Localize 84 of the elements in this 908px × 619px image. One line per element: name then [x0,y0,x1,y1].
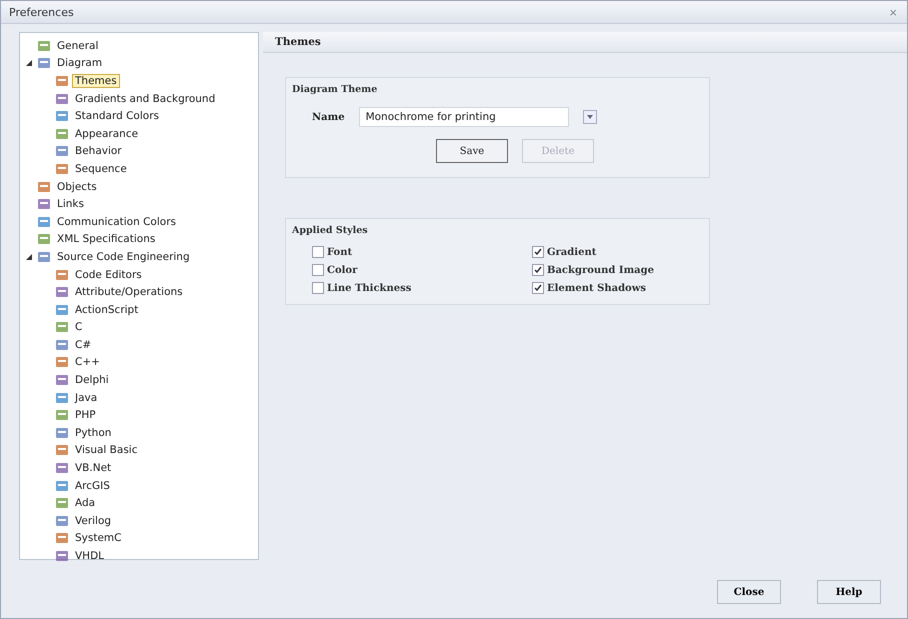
tree-item[interactable]: General [54,38,102,53]
node-icon [37,250,51,264]
node-icon [55,302,69,317]
tree-item[interactable]: ArcGIS [72,478,113,493]
node-icon [37,197,51,212]
tree-item[interactable]: Ada [72,496,98,510]
tree-item[interactable]: Java [72,390,100,405]
tree-item[interactable]: C++ [72,355,103,370]
checkbox[interactable] [532,264,544,276]
node-icon [55,408,69,422]
node-icon [55,74,69,88]
tree-item[interactable]: Delphi [72,373,112,388]
checkbox[interactable] [312,264,324,276]
tree-item[interactable]: C# [72,338,94,352]
node-icon [55,443,69,458]
tree-item[interactable]: XML Specifications [54,232,158,246]
node-icon [37,38,51,53]
tree-item[interactable]: Communication Colors [54,214,179,229]
node-icon [55,373,69,388]
checkbox-label: Element Shadows [547,282,646,294]
tree-item[interactable]: VHDL [72,549,108,564]
tree-item[interactable]: Objects [54,180,100,194]
tree-item[interactable]: ActionScript [72,302,142,317]
tree-item[interactable]: Diagram [54,56,106,70]
node-icon [55,126,69,141]
node-icon [55,426,69,440]
checkbox-label: Color [327,264,358,276]
tree-item[interactable]: VB.Net [72,461,114,476]
theme-combo-field[interactable]: Monochrome for printing [358,107,569,127]
node-icon [55,531,69,546]
node-icon [55,478,69,493]
checkbox[interactable] [532,246,544,258]
checkbox[interactable] [532,282,544,294]
tree-item[interactable]: Visual Basic [72,443,140,458]
node-icon [55,92,69,106]
group-title: Applied Styles [292,225,368,236]
node-icon [55,162,69,176]
collapse-arrow-icon[interactable] [24,58,34,68]
node-icon [37,232,51,246]
caret-icon [586,114,594,120]
checkbox-label: Font [327,246,352,258]
dropdown-button[interactable] [582,110,597,124]
tree-item[interactable]: Source Code Engineering [54,250,193,264]
checkbox-label: Gradient [547,246,596,258]
window-title: Preferences [9,6,74,18]
checkbox-label: Background Image [547,264,654,276]
tree-item[interactable]: Behavior [72,144,125,158]
tree-item[interactable]: Gradients and Background [72,92,218,106]
group-title: Diagram Theme [292,84,378,95]
tree-item[interactable]: Standard Colors [72,109,162,124]
node-icon [55,268,69,282]
tree-item[interactable]: Themes [72,74,120,88]
collapse-arrow-icon[interactable] [24,252,34,262]
tree-item[interactable]: Python [72,426,114,440]
tree-item[interactable]: Sequence [72,162,130,176]
tree-item[interactable]: PHP [72,408,99,422]
tree-item[interactable]: Links [54,197,87,212]
node-icon [55,355,69,370]
checkbox[interactable] [312,282,324,294]
node-icon [55,320,69,334]
node-icon [55,285,69,300]
tree-item[interactable]: Code Editors [72,268,145,282]
node-icon [55,514,69,528]
node-icon [55,338,69,352]
node-icon [55,390,69,405]
node-icon [55,461,69,476]
node-icon [55,144,69,158]
theme-button[interactable]: Save [436,139,508,163]
dialog-button[interactable]: Help [817,580,881,604]
node-icon [37,56,51,70]
checkbox-label: Line Thickness [327,282,412,294]
node-icon [37,180,51,194]
dialog-button[interactable]: Close [717,580,781,604]
tree-item[interactable]: Attribute/Operations [72,285,186,300]
node-icon [37,214,51,229]
node-icon [55,496,69,510]
tree-item[interactable]: Verilog [72,514,114,528]
checkbox[interactable] [312,246,324,258]
field-label: Name [312,112,345,122]
tree-item[interactable]: Appearance [72,126,142,141]
tree-item[interactable]: C [72,320,86,334]
node-icon [55,109,69,124]
tree-item[interactable]: SystemC [72,531,124,546]
page-title: Themes [275,36,321,48]
